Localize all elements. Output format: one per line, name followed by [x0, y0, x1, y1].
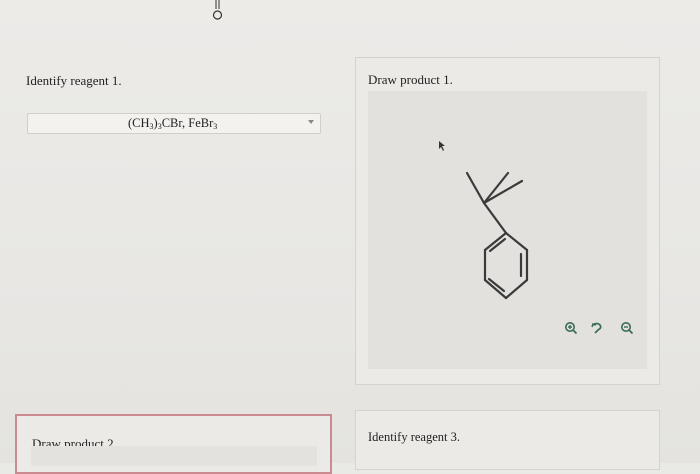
- chevron-down-icon[interactable]: [308, 120, 314, 124]
- product2-panel: Draw product 2.: [15, 414, 332, 474]
- reagent1-select[interactable]: (CH3)3CBr, FeBr3: [27, 113, 321, 134]
- reagent3-panel: Identify reagent 3.: [355, 410, 660, 470]
- zoom-in-icon[interactable]: [561, 318, 581, 338]
- reagent1-selected-value: (CH3)3CBr, FeBr3: [128, 116, 218, 131]
- product2-canvas[interactable]: [31, 446, 317, 466]
- carbonyl-fragment-icon: [212, 0, 223, 20]
- reagent1-label: Identify reagent 1.: [26, 73, 122, 88]
- product1-label: Draw product 1.: [368, 72, 453, 87]
- cursor-icon: [439, 141, 445, 151]
- zoom-out-icon[interactable]: [617, 318, 637, 338]
- undo-icon[interactable]: [587, 318, 607, 338]
- reagent3-label: Identify reagent 3.: [368, 430, 460, 444]
- drawing-canvas[interactable]: [368, 91, 647, 369]
- product1-panel: Draw product 1.: [355, 57, 660, 385]
